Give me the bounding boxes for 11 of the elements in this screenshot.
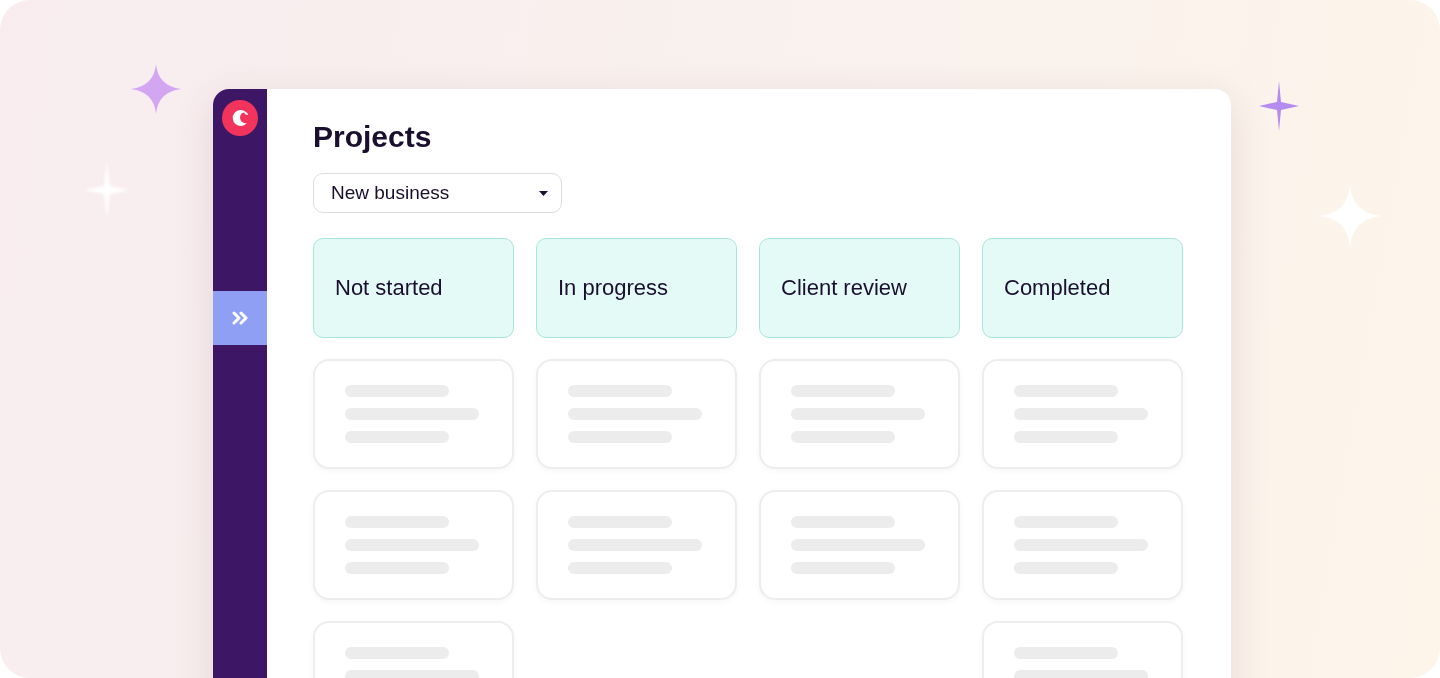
sparkle-icon: [131, 64, 181, 114]
column-header: In progress: [536, 238, 737, 338]
project-filter-dropdown[interactable]: New business: [313, 173, 562, 213]
column-header: Client review: [759, 238, 960, 338]
expand-sidebar-button[interactable]: [213, 291, 267, 345]
logo-icon: [222, 100, 258, 136]
column-header: Not started: [313, 238, 514, 338]
column-header: Completed: [982, 238, 1183, 338]
double-chevron-icon: [232, 311, 248, 325]
caret-icon: [539, 190, 548, 196]
page-title: Projects: [313, 119, 433, 155]
